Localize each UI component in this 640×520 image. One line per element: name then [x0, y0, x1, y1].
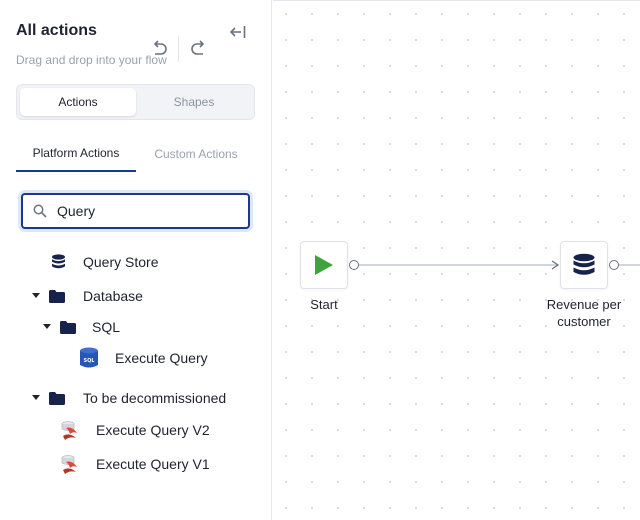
- tab-custom-actions[interactable]: Custom Actions: [136, 136, 256, 172]
- segment-actions[interactable]: Actions: [20, 88, 136, 116]
- tree-folder-to-be-decommissioned[interactable]: To be decommissioned: [31, 387, 226, 409]
- sql-database-icon: SQL: [79, 347, 99, 369]
- database-icon: [573, 253, 595, 275]
- tree-item-label: Query Store: [83, 254, 159, 270]
- action-tabs: Platform Actions Custom Actions: [16, 136, 256, 172]
- start-output-port[interactable]: [349, 260, 359, 270]
- search-input[interactable]: [57, 195, 237, 227]
- actions-sidebar: All actions Drag and drop into your flow…: [0, 0, 272, 520]
- toolbar-divider: [178, 36, 179, 62]
- tree-item-execute-query[interactable]: SQL Execute Query: [79, 346, 208, 370]
- revenue-node[interactable]: [560, 241, 608, 289]
- database-icon: [50, 254, 67, 270]
- tree-folder-database[interactable]: Database: [31, 285, 143, 307]
- tree-folder-sql[interactable]: SQL: [42, 316, 120, 338]
- legacy-db-icon: [60, 419, 80, 441]
- sidebar-subtitle: Drag and drop into your flow: [16, 53, 167, 67]
- sidebar-title: All actions: [16, 22, 97, 39]
- revenue-label-line1: Revenue per: [546, 297, 622, 312]
- tree-item-label: Execute Query V2: [96, 422, 210, 438]
- flow-canvas[interactable]: Start Revenue per customer: [273, 0, 640, 520]
- revenue-node-label: Revenue per customer: [536, 296, 632, 330]
- undo-icon: [153, 40, 167, 55]
- folder-icon: [49, 289, 65, 303]
- folder-icon: [60, 320, 76, 334]
- start-node-label: Start: [310, 297, 338, 312]
- revenue-output-port[interactable]: [609, 260, 619, 270]
- collapse-sidebar-button[interactable]: [228, 22, 248, 42]
- tree-item-execute-query-v1[interactable]: Execute Query V1: [60, 452, 210, 476]
- play-icon: [315, 255, 333, 275]
- tree-item-label: Execute Query: [115, 350, 208, 366]
- redo-icon: [191, 40, 205, 55]
- search-icon: [33, 204, 47, 218]
- redo-button[interactable]: [188, 38, 210, 58]
- start-node[interactable]: [300, 241, 348, 289]
- segmented-control: Actions Shapes: [16, 84, 255, 120]
- tab-platform-actions[interactable]: Platform Actions: [16, 136, 136, 172]
- legacy-db-icon: [60, 453, 80, 475]
- svg-text:SQL: SQL: [83, 358, 95, 364]
- tree-item-query-store[interactable]: Query Store: [50, 251, 158, 273]
- collapse-left-icon: [230, 26, 246, 38]
- tree-item-label: Execute Query V1: [96, 456, 210, 472]
- tree-item-execute-query-v2[interactable]: Execute Query V2: [60, 418, 210, 442]
- search-field: [21, 193, 250, 229]
- chevron-down-icon[interactable]: [31, 291, 41, 301]
- revenue-label-line2: customer: [557, 314, 611, 329]
- tree-folder-label: Database: [83, 288, 143, 304]
- tree-folder-label: To be decommissioned: [83, 390, 227, 406]
- segment-shapes[interactable]: Shapes: [136, 88, 252, 116]
- tree-folder-label: SQL: [92, 319, 121, 335]
- undo-button[interactable]: [148, 38, 170, 58]
- folder-icon: [49, 391, 65, 405]
- chevron-down-icon[interactable]: [31, 393, 41, 403]
- chevron-down-icon[interactable]: [42, 322, 52, 332]
